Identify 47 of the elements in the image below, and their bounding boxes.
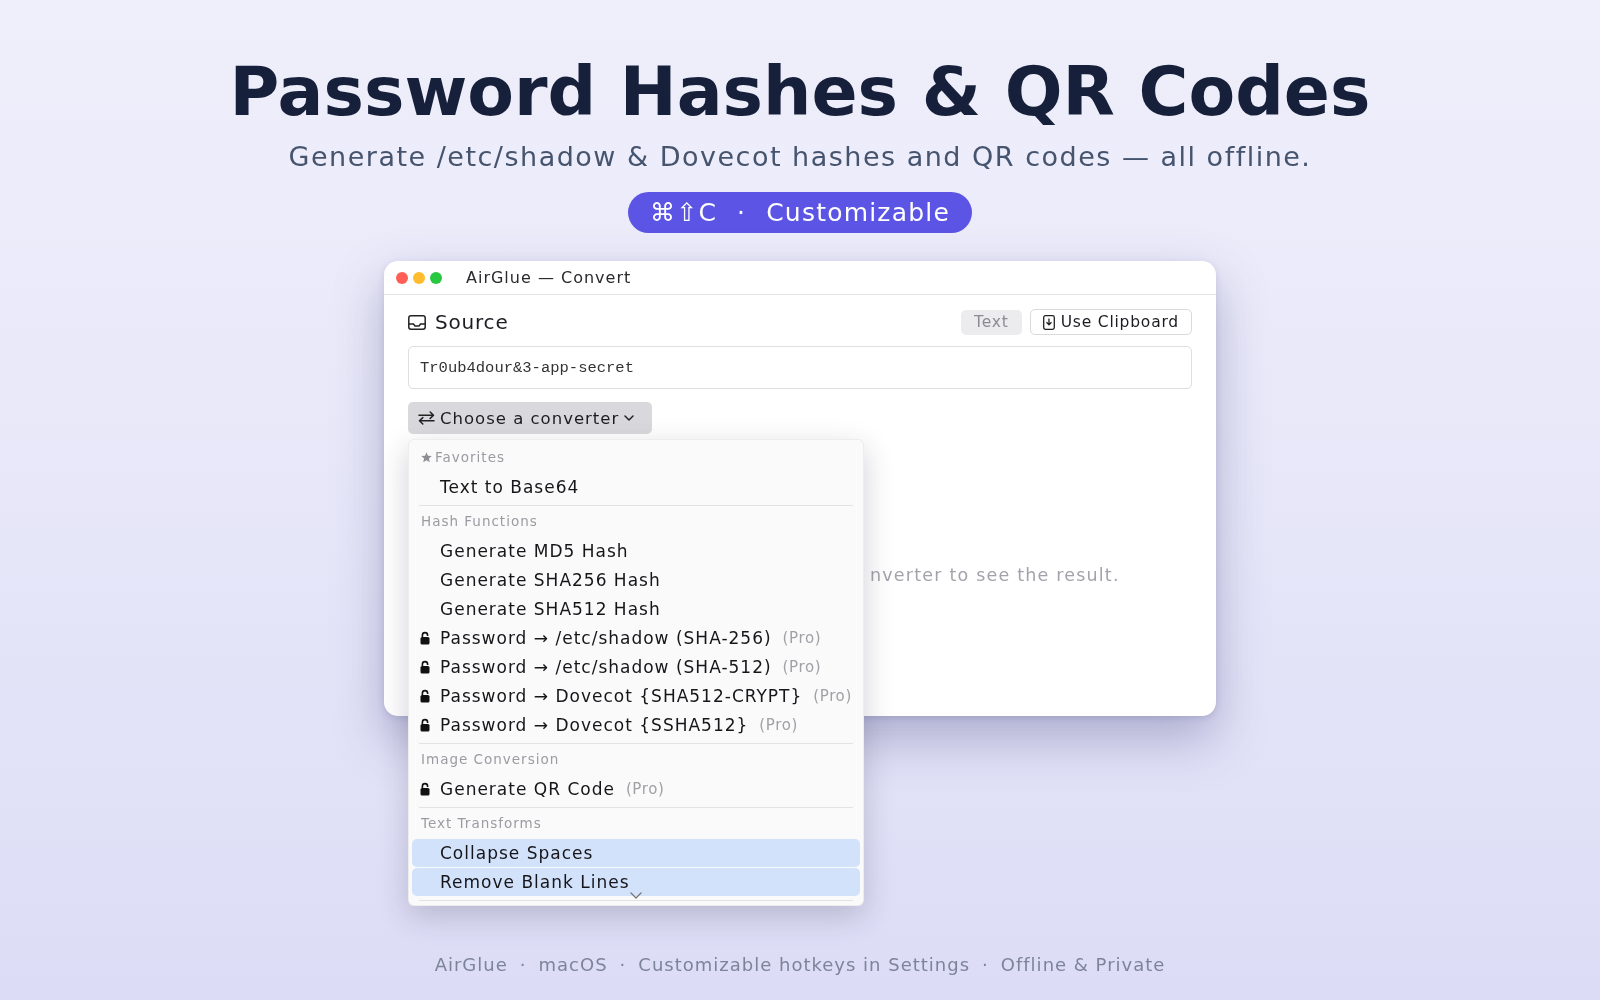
window-title: AirGlue — Convert xyxy=(466,268,632,287)
menu-item[interactable]: Generate MD5 Hash xyxy=(412,537,860,565)
menu-item[interactable]: Generate SHA512 Hash xyxy=(412,595,860,623)
footer-separator: · xyxy=(519,953,527,977)
section-title: Image Conversion xyxy=(421,751,560,767)
badge-label: Customizable xyxy=(766,198,950,227)
page-subtitle: Generate /etc/shadow & Dovecot hashes and QR codes — all offline. xyxy=(288,140,1312,174)
maximize-icon[interactable] xyxy=(430,271,442,284)
menu-item[interactable]: Password → /etc/shadow (SHA-512) (Pro) xyxy=(412,653,860,681)
menu-item[interactable]: Generate QR Code (Pro) xyxy=(412,775,860,803)
section-title: Hash Functions xyxy=(421,513,538,529)
badge-separator: · xyxy=(737,198,747,227)
clipboard-icon xyxy=(1042,314,1055,330)
input-type-tag: Text xyxy=(961,309,1022,335)
page-title: Password Hashes & QR Codes xyxy=(229,51,1371,133)
pro-label: (Pro) xyxy=(813,687,852,705)
menu-item[interactable]: Password → /etc/shadow (SHA-256) (Pro) xyxy=(412,624,860,652)
converter-dropdown-button[interactable]: Choose a converter xyxy=(408,402,652,434)
pro-label: (Pro) xyxy=(782,629,822,647)
menu-item[interactable]: Text to Base64 xyxy=(412,473,860,501)
menu-item[interactable]: Generate SHA256 Hash xyxy=(412,566,860,594)
source-input[interactable]: Tr0ub4dour&3-app-secret xyxy=(408,346,1192,389)
close-icon[interactable] xyxy=(396,271,408,284)
footer-text: Offline & Private xyxy=(1000,953,1166,977)
footer-text: Customizable hotkeys in Settings xyxy=(638,953,971,977)
menu-item[interactable]: Collapse Spaces xyxy=(412,839,860,867)
minimize-icon[interactable] xyxy=(413,271,425,284)
pro-label: (Pro) xyxy=(625,780,665,798)
pro-label: (Pro) xyxy=(782,658,822,676)
footer-text: macOS xyxy=(538,953,608,977)
shortcut-keys: ⌘⇧C xyxy=(650,198,718,227)
section-title: Favorites xyxy=(435,449,505,465)
section-title: Text Transforms xyxy=(421,815,542,831)
source-title: Source xyxy=(435,310,509,334)
empty-result-message: nverter to see the result. xyxy=(870,565,1120,585)
footer-text: AirGlue xyxy=(434,953,508,977)
star-icon xyxy=(421,451,432,463)
menu-item[interactable]: Password → Dovecot {SHA512-CRYPT} (Pro) xyxy=(412,682,860,710)
swap-icon xyxy=(418,411,435,425)
footer-separator: · xyxy=(619,953,627,977)
menu-item[interactable]: Remove Blank Lines xyxy=(412,868,860,896)
footer-separator: · xyxy=(982,953,989,977)
menu-item[interactable]: Password → Dovecot {SSHA512} (Pro) xyxy=(412,711,860,739)
pro-label: (Pro) xyxy=(759,716,798,734)
use-clipboard-button[interactable]: Use Clipboard xyxy=(1029,309,1192,335)
chevron-down-icon xyxy=(624,415,635,421)
inbox-icon xyxy=(408,314,426,330)
